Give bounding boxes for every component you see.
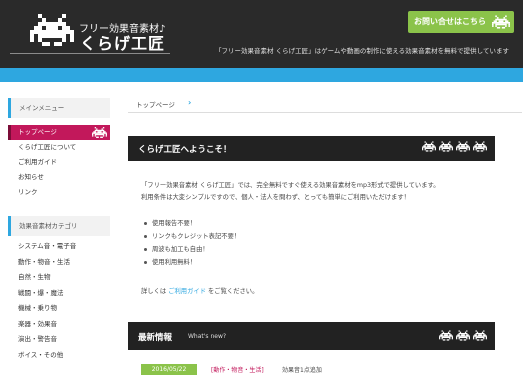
sidebar-item-top[interactable]: トップページ xyxy=(8,125,110,140)
category-heading: 効果音素材カテゴリ xyxy=(8,216,110,236)
category-item[interactable]: ボイス・その他 xyxy=(8,348,110,364)
feature-item: リンクもクレジット表記不要！ xyxy=(144,230,240,243)
sidebar-item-news[interactable]: お知らせ xyxy=(8,170,110,185)
sidebar-item-links[interactable]: リンク xyxy=(8,185,110,200)
details-line: 詳しくは ご利用ガイド をご覧ください。 xyxy=(141,286,258,295)
space-invader-icon xyxy=(456,141,470,152)
main-menu-heading: メインメニュー xyxy=(8,98,110,118)
news-text: 効果音1点追加 xyxy=(282,367,322,374)
space-invader-icon xyxy=(492,15,510,29)
category-item[interactable]: 演出・警告音 xyxy=(8,332,110,348)
contact-button-label: お問い合せはこちら xyxy=(414,17,486,26)
feature-list: 使用報告不要！ リンクもクレジット表記不要！ 周波も加工も自由！ 使用利用無料！ xyxy=(144,217,240,269)
category-item[interactable]: 機械・乗り物 xyxy=(8,301,110,317)
feature-item: 使用報告不要！ xyxy=(144,217,240,230)
space-invader-icon xyxy=(473,141,487,152)
news-subtitle: What's new? xyxy=(188,333,227,340)
news-category-link[interactable]: [動作・物音・生活] xyxy=(211,365,264,374)
news-heading-bar: 最新情報 What's new? xyxy=(128,322,495,350)
space-invader-icon xyxy=(473,330,487,341)
welcome-heading-bar: くらげ工匠へようこそ！ xyxy=(128,136,495,161)
sidebar-item-about[interactable]: くらげ工匠について xyxy=(8,140,110,155)
feature-item: 周波も加工も自由！ xyxy=(144,243,240,256)
intro-line: 利用条件は大変シンプルですので、個人・法人を問わず、とっても簡単にご利用いただけ… xyxy=(141,194,410,201)
news-item[interactable]: 2016/05/22 [動作・物音・生活] 効果音1点追加 xyxy=(141,364,521,375)
space-invader-logo-icon[interactable] xyxy=(30,13,74,47)
site-name[interactable]: くらげ工匠 xyxy=(80,35,165,52)
category-item[interactable]: システム音・電子音 xyxy=(8,239,110,255)
site-tagline: 「フリー効果音素材 くらげ工匠」はゲームや動画の制作に使える効果音素材を無料で提… xyxy=(215,47,509,55)
details-suffix: をご覧ください。 xyxy=(208,288,259,295)
category-item[interactable]: 楽器・効果音 xyxy=(8,317,110,333)
intro-line: 「フリー効果音素材 くらげ工匠」では、完全無料ですぐ使える効果音素材をmp3形式… xyxy=(141,182,440,189)
logo-underline xyxy=(10,53,170,54)
news-title: 最新情報 xyxy=(138,333,173,343)
news-date-badge: 2016/05/22 xyxy=(141,364,197,375)
invader-row xyxy=(439,330,487,341)
invader-row xyxy=(422,141,487,152)
sidebar-item-label: トップページ xyxy=(18,128,57,136)
chevron-right-icon: › xyxy=(188,98,192,107)
category-item[interactable]: 戦闘・爆・魔法 xyxy=(8,286,110,302)
sidebar-item-guide[interactable]: ご利用ガイド xyxy=(8,155,110,170)
space-invader-icon xyxy=(92,127,107,138)
space-invader-icon xyxy=(456,330,470,341)
feature-item: 使用利用無料！ xyxy=(144,256,240,269)
breadcrumb-item[interactable]: トップページ xyxy=(136,99,175,109)
guide-link[interactable]: ご利用ガイド xyxy=(168,288,206,295)
category-item[interactable]: 動作・物音・生活 xyxy=(8,255,110,271)
category-list: システム音・電子音 動作・物音・生活 自然・生物 戦闘・爆・魔法 機械・乗り物 … xyxy=(8,239,110,363)
space-invader-icon xyxy=(422,141,436,152)
details-prefix: 詳しくは xyxy=(141,288,167,295)
site-header: フリー効果音素材♪ くらげ工匠 お問い合せはこちら 「フリー効果音素材 くらげ工… xyxy=(0,0,523,68)
breadcrumb: トップページ › xyxy=(128,96,522,113)
space-invader-icon xyxy=(439,330,453,341)
welcome-title: くらげ工匠へようこそ！ xyxy=(138,145,232,155)
category-item[interactable]: 自然・生物 xyxy=(8,270,110,286)
space-invader-icon xyxy=(439,141,453,152)
sidebar: メインメニュー トップページ くらげ工匠について ご利用ガイド お知らせ リンク xyxy=(8,98,110,363)
main-menu-list: トップページ くらげ工匠について ご利用ガイド お知らせ リンク xyxy=(8,125,110,200)
contact-button[interactable]: お問い合せはこちら xyxy=(408,11,514,33)
intro-text: 「フリー効果音素材 くらげ工匠」では、完全無料ですぐ使える効果音素材をmp3形式… xyxy=(141,180,511,204)
header-accent-band xyxy=(0,68,523,82)
